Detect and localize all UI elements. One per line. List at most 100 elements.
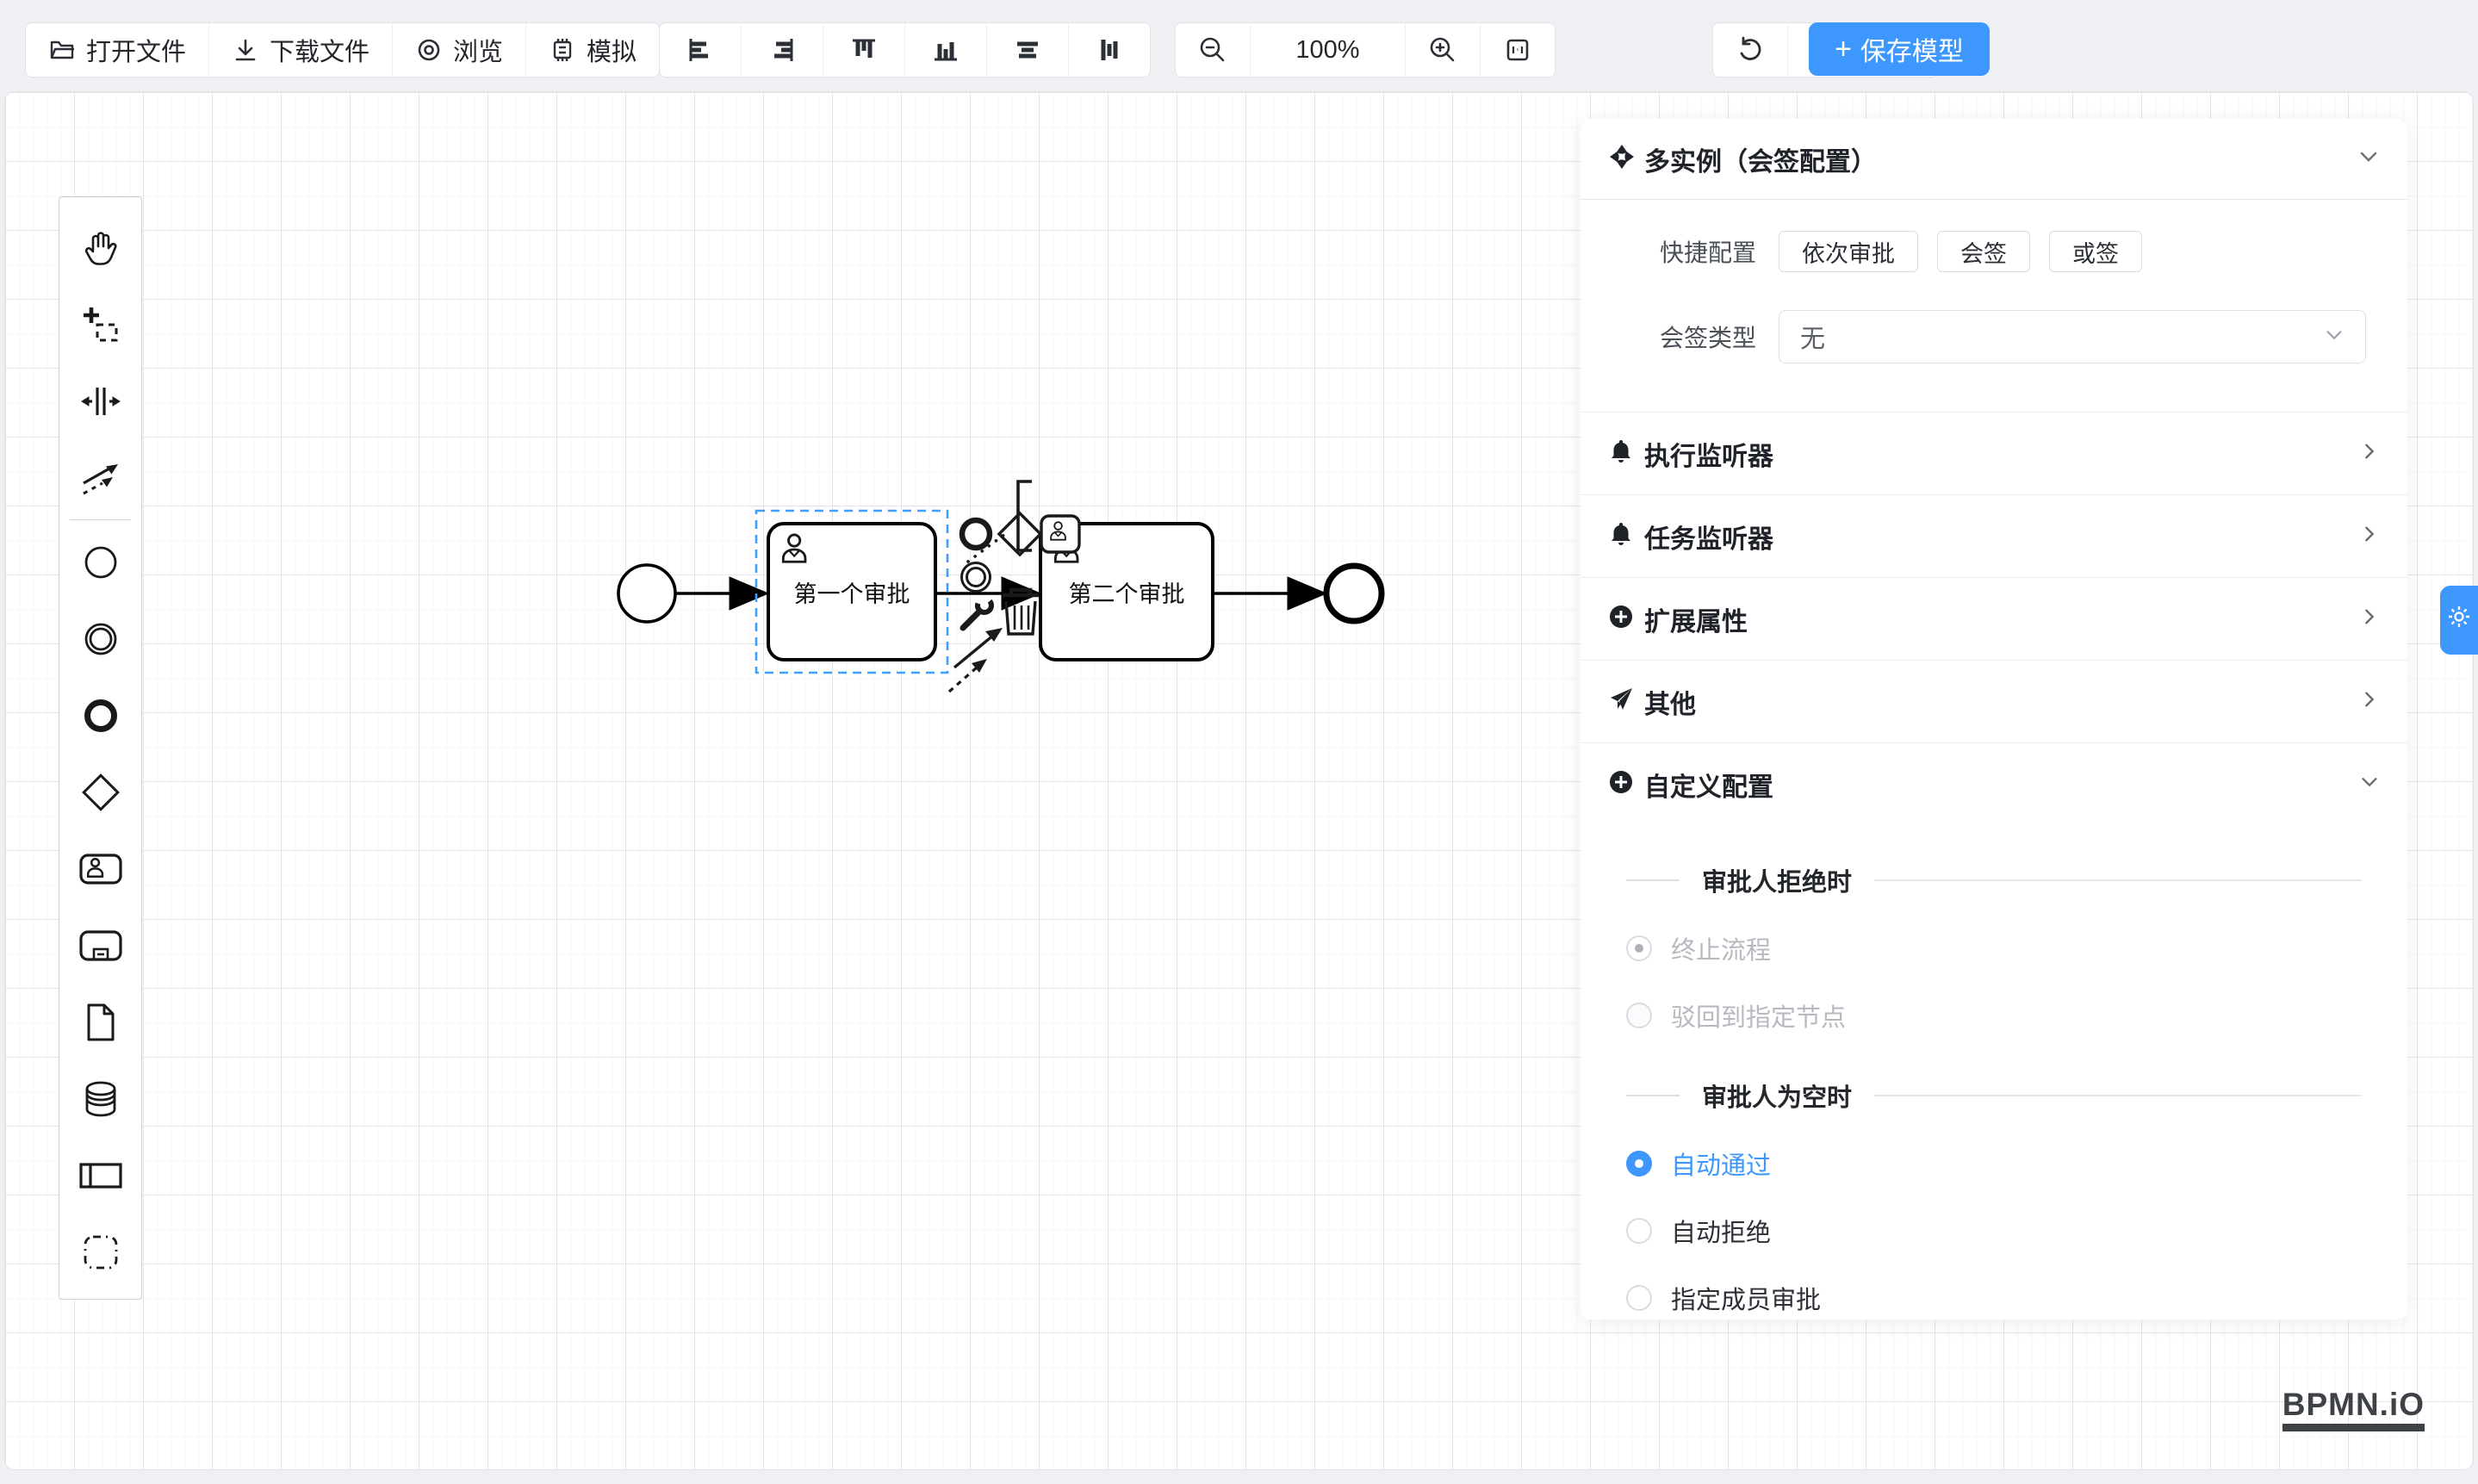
multi-instance-header[interactable]: 多实例（会签配置） bbox=[1581, 119, 2407, 200]
zoom-out-button[interactable] bbox=[1176, 23, 1251, 77]
zoom-button-group: 100% bbox=[1175, 22, 1556, 78]
sequential-approve-button[interactable]: 依次审批 bbox=[1779, 231, 1918, 272]
radio-icon bbox=[1626, 1151, 1652, 1177]
hand-tool[interactable] bbox=[59, 209, 141, 286]
radio-icon bbox=[1626, 1285, 1652, 1311]
countersign-button[interactable]: 会签 bbox=[1937, 231, 2030, 272]
divider-line bbox=[1874, 879, 2362, 881]
align-center-h-icon bbox=[1013, 35, 1042, 65]
align-left-button[interactable] bbox=[660, 23, 742, 77]
simulate-icon bbox=[549, 36, 576, 64]
connect-tool-icon[interactable] bbox=[949, 628, 1003, 692]
panel-sections: 执行监听器 任务监听器 扩展属性 其他 自定义配置 bbox=[1581, 412, 2407, 825]
or-sign-button[interactable]: 或签 bbox=[2049, 231, 2142, 272]
chevron-right-icon bbox=[2359, 606, 2380, 631]
start-event-node[interactable] bbox=[618, 565, 675, 622]
align-center-v-icon bbox=[1095, 35, 1124, 65]
end-event-node[interactable] bbox=[1326, 566, 1382, 621]
create-end-event[interactable] bbox=[59, 677, 141, 754]
simulate-button[interactable]: 模拟 bbox=[526, 23, 659, 77]
save-model-button[interactable]: + 保存模型 bbox=[1809, 22, 1990, 76]
chevron-right-icon bbox=[2359, 689, 2380, 714]
bell-icon bbox=[1608, 438, 1634, 469]
custom-config-body: 审批人拒绝时 终止流程 驳回到指定节点 审批人为空时 自动通过 自动拒绝 指定成… bbox=[1581, 825, 2407, 1319]
open-file-button[interactable]: 打开文件 bbox=[26, 23, 209, 77]
append-user-task-icon[interactable] bbox=[1041, 516, 1079, 552]
zoom-level[interactable]: 100% bbox=[1251, 23, 1406, 77]
global-connect-tool[interactable] bbox=[59, 439, 141, 516]
create-subprocess[interactable] bbox=[59, 907, 141, 984]
sign-type-value: 无 bbox=[1800, 319, 2324, 355]
align-top-button[interactable] bbox=[823, 23, 905, 77]
chevron-down-icon bbox=[2359, 772, 2380, 797]
section-custom-config[interactable]: 自定义配置 bbox=[1581, 742, 2407, 825]
radio-label: 驳回到指定节点 bbox=[1671, 997, 1846, 1034]
radio-auto-reject[interactable]: 自动拒绝 bbox=[1626, 1197, 2362, 1264]
sign-type-label: 会签类型 bbox=[1606, 320, 1779, 354]
append-end-event-icon[interactable] bbox=[962, 520, 990, 548]
radio-icon bbox=[1626, 935, 1652, 961]
file-button-group: 打开文件 下载文件 浏览 模拟 bbox=[25, 22, 660, 78]
create-user-task[interactable] bbox=[59, 830, 141, 907]
sign-type-select[interactable]: 无 bbox=[1779, 310, 2366, 363]
align-bottom-button[interactable] bbox=[905, 23, 987, 77]
space-tool[interactable] bbox=[59, 363, 141, 439]
append-intermediate-event-icon[interactable] bbox=[962, 563, 991, 592]
radio-terminate-process[interactable]: 终止流程 bbox=[1626, 915, 2362, 982]
trash-icon[interactable] bbox=[1003, 590, 1039, 634]
divider-line bbox=[1626, 1095, 1680, 1096]
align-right-button[interactable] bbox=[742, 23, 823, 77]
create-data-object[interactable] bbox=[59, 984, 141, 1060]
create-intermediate-event[interactable] bbox=[59, 600, 141, 677]
create-gateway[interactable] bbox=[59, 754, 141, 830]
task-2-label: 第二个审批 bbox=[1069, 581, 1185, 607]
quick-config-label: 快捷配置 bbox=[1606, 234, 1779, 269]
divider-line bbox=[1874, 1095, 2362, 1096]
divider-line bbox=[1626, 879, 1680, 881]
reject-divider: 审批人拒绝时 bbox=[1626, 863, 2362, 897]
undo-button[interactable] bbox=[1713, 23, 1788, 77]
align-button-group bbox=[659, 22, 1151, 78]
quick-config-row: 快捷配置 依次审批 会签 或签 bbox=[1581, 231, 2407, 272]
lasso-tool[interactable] bbox=[59, 286, 141, 363]
download-file-label: 下载文件 bbox=[270, 32, 370, 68]
radio-assign-member[interactable]: 指定成员审批 bbox=[1626, 1264, 2362, 1319]
zoom-in-button[interactable] bbox=[1406, 23, 1481, 77]
section-execution-listener[interactable]: 执行监听器 bbox=[1581, 412, 2407, 494]
section-task-listener[interactable]: 任务监听器 bbox=[1581, 494, 2407, 577]
create-data-store[interactable] bbox=[59, 1060, 141, 1137]
preview-label: 浏览 bbox=[453, 32, 503, 68]
append-gateway-icon[interactable] bbox=[999, 513, 1040, 555]
create-participant[interactable] bbox=[59, 1137, 141, 1214]
bpmn-io-logo: BPMN.iO bbox=[2282, 1388, 2425, 1431]
send-icon bbox=[1608, 686, 1634, 717]
preview-button[interactable]: 浏览 bbox=[393, 23, 526, 77]
empty-title: 审批人为空时 bbox=[1702, 1077, 1852, 1114]
create-start-event[interactable] bbox=[59, 524, 141, 600]
sign-type-row: 会签类型 无 bbox=[1581, 310, 2407, 363]
section-other[interactable]: 其他 bbox=[1581, 660, 2407, 742]
empty-divider: 审批人为空时 bbox=[1626, 1078, 2362, 1113]
plus-icon: + bbox=[1835, 34, 1852, 64]
align-center-vertical-button[interactable] bbox=[1069, 23, 1150, 77]
zoom-in-icon bbox=[1428, 35, 1457, 65]
radio-return-to-node[interactable]: 驳回到指定节点 bbox=[1626, 982, 2362, 1049]
section-label: 执行监听器 bbox=[1644, 435, 2349, 473]
bell-icon bbox=[1608, 521, 1634, 551]
create-group[interactable] bbox=[59, 1214, 141, 1290]
fit-viewport-button[interactable] bbox=[1481, 23, 1555, 77]
download-file-button[interactable]: 下载文件 bbox=[209, 23, 393, 77]
palette bbox=[59, 196, 142, 1300]
settings-tab[interactable] bbox=[2440, 586, 2478, 655]
section-label: 任务监听器 bbox=[1644, 518, 2349, 556]
chevron-right-icon bbox=[2359, 524, 2380, 549]
align-left-icon bbox=[686, 35, 715, 65]
section-extended-properties[interactable]: 扩展属性 bbox=[1581, 577, 2407, 660]
radio-auto-pass[interactable]: 自动通过 bbox=[1626, 1130, 2362, 1197]
multi-instance-icon bbox=[1608, 143, 1636, 175]
task-node-1[interactable]: 第一个审批 bbox=[768, 524, 935, 660]
align-center-horizontal-button[interactable] bbox=[987, 23, 1069, 77]
radio-icon bbox=[1626, 1003, 1652, 1028]
wrench-icon[interactable] bbox=[963, 596, 994, 628]
align-right-icon bbox=[767, 35, 797, 65]
